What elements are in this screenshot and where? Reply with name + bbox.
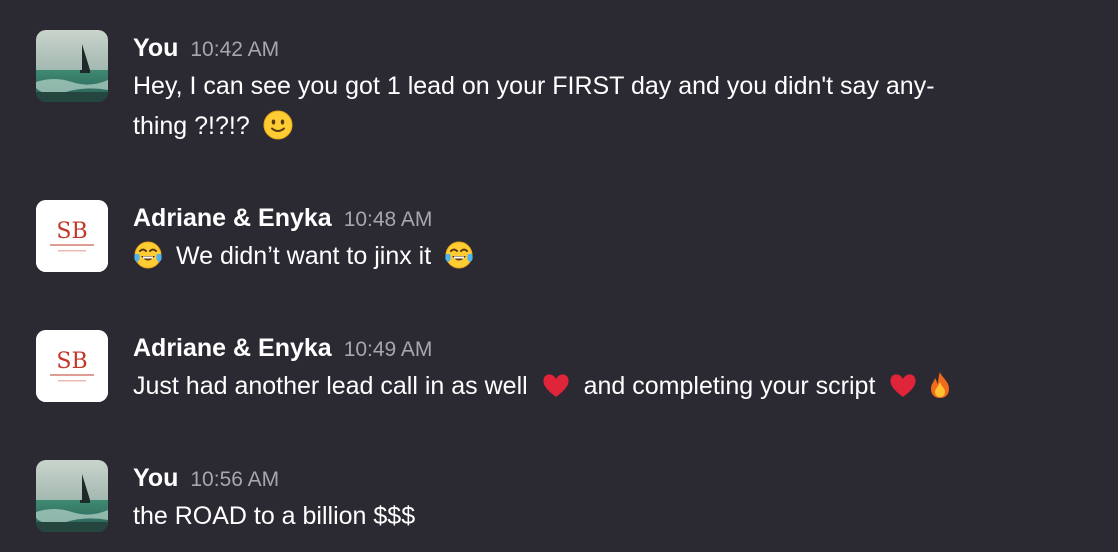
- message-text-body: We didn’t want to jinx it: [175, 242, 432, 270]
- avatar[interactable]: [36, 30, 108, 102]
- logo-text: SB: [56, 349, 87, 374]
- timestamp[interactable]: 10:56 AM: [190, 468, 279, 491]
- author-name[interactable]: Adriane & Enyka: [133, 204, 332, 232]
- message-text: Just had another lead call in as well an…: [133, 366, 1098, 406]
- tears-of-joy-icon: [133, 240, 163, 270]
- message-text-line-1: Hey, I can see you got 1 lead on your FI…: [133, 72, 935, 100]
- message-text: Hey, I can see you got 1 lead on your FI…: [133, 66, 1098, 146]
- author-name[interactable]: You: [133, 34, 178, 62]
- slightly-smiling-face-icon: [263, 110, 293, 140]
- timestamp[interactable]: 10:42 AM: [190, 38, 279, 61]
- timestamp[interactable]: 10:49 AM: [344, 338, 433, 361]
- author-name[interactable]: Adriane & Enyka: [133, 334, 332, 362]
- message-text: the ROAD to a billion $$$: [133, 502, 416, 530]
- avatar[interactable]: [36, 460, 108, 532]
- avatar[interactable]: SB: [36, 200, 108, 272]
- message-text-part-1: Just had another lead call in as well: [133, 372, 528, 400]
- red-heart-icon: [541, 370, 571, 400]
- avatar[interactable]: SB: [36, 330, 108, 402]
- fire-icon: [925, 370, 955, 400]
- tears-of-joy-icon: [444, 240, 474, 270]
- timestamp[interactable]: 10:48 AM: [344, 208, 433, 231]
- logo-text: SB: [56, 219, 87, 244]
- message-text: We didn’t want to jinx it: [133, 236, 1098, 276]
- author-name[interactable]: You: [133, 464, 178, 492]
- message-text-line-2: thing ?!?!?: [133, 112, 250, 140]
- red-heart-icon: [888, 370, 918, 400]
- message-text-part-2: and completing your script: [583, 372, 876, 400]
